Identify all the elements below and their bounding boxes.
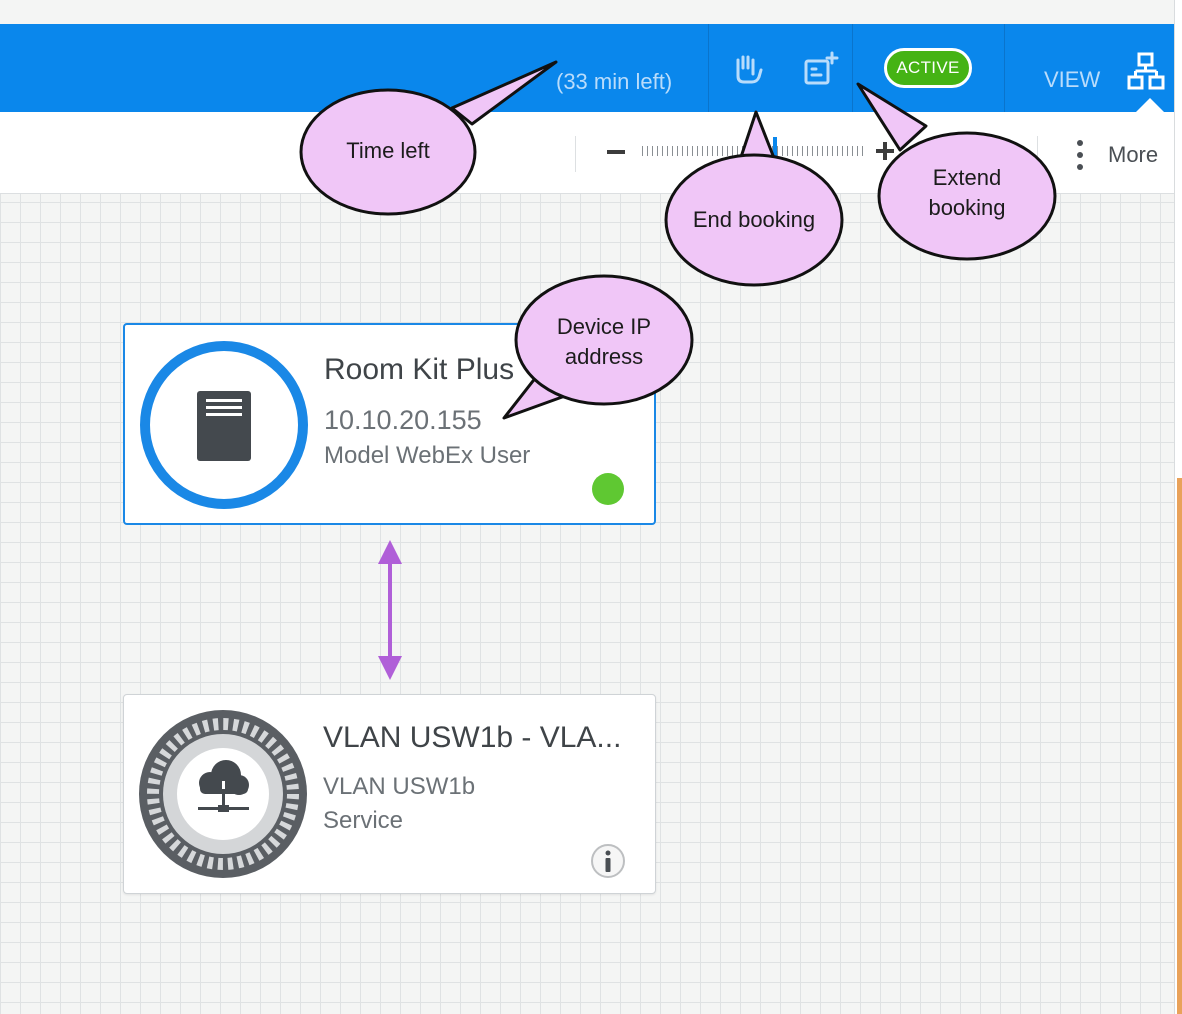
device-ip-address: 10.10.20.155 xyxy=(324,405,482,435)
server-device-icon xyxy=(197,391,251,461)
zoom-out-icon[interactable] xyxy=(607,150,625,154)
service-type: Service xyxy=(323,807,404,834)
device-name: Room Kit Plus xyxy=(324,353,515,386)
status-badge-active: ACTIVE xyxy=(884,48,972,88)
zoom-in-icon[interactable] xyxy=(876,142,894,160)
connection-link[interactable] xyxy=(370,538,410,682)
device-status-indicator xyxy=(592,473,624,505)
time-left-text: (33 min left) xyxy=(556,69,673,94)
calendar-plus-icon xyxy=(804,51,839,85)
device-model: Model WebEx User xyxy=(324,442,531,469)
extend-booking-button[interactable] xyxy=(800,50,840,90)
more-options-icon[interactable] xyxy=(1072,140,1088,170)
toolbar-divider xyxy=(1037,136,1038,172)
zoom-slider-track[interactable] xyxy=(642,146,864,156)
window-top-strip xyxy=(0,0,1174,24)
topology-view-icon xyxy=(1127,52,1165,90)
canvas-toolbar xyxy=(0,112,1174,194)
hand-stop-icon xyxy=(736,55,763,84)
device-avatar xyxy=(140,341,308,509)
view-caret xyxy=(1136,98,1164,112)
window-right-edge xyxy=(1174,0,1182,1014)
info-icon[interactable] xyxy=(590,843,626,879)
header-divider xyxy=(1004,24,1005,112)
view-topology-button[interactable] xyxy=(1124,50,1168,94)
service-subtitle: VLAN USW1b xyxy=(323,773,476,800)
booking-header-bar: (33 min left) VIEW xyxy=(0,24,1174,112)
view-menu-label[interactable]: VIEW xyxy=(1044,67,1100,93)
service-card-vlan[interactable]: VLAN USW1b - VLA... VLAN USW1b Service xyxy=(123,694,656,894)
header-divider xyxy=(708,24,709,112)
more-menu-label[interactable]: More xyxy=(1108,142,1158,168)
toolbar-divider xyxy=(575,136,576,172)
end-booking-button[interactable] xyxy=(728,50,768,90)
zoom-slider-thumb[interactable] xyxy=(773,137,777,159)
header-divider xyxy=(852,24,853,112)
service-name: VLAN USW1b - VLA... xyxy=(323,721,622,754)
device-card-room-kit[interactable]: Room Kit Plus 10.10.20.155 Model WebEx U… xyxy=(123,323,656,525)
cloud-network-gear-icon xyxy=(139,710,307,878)
